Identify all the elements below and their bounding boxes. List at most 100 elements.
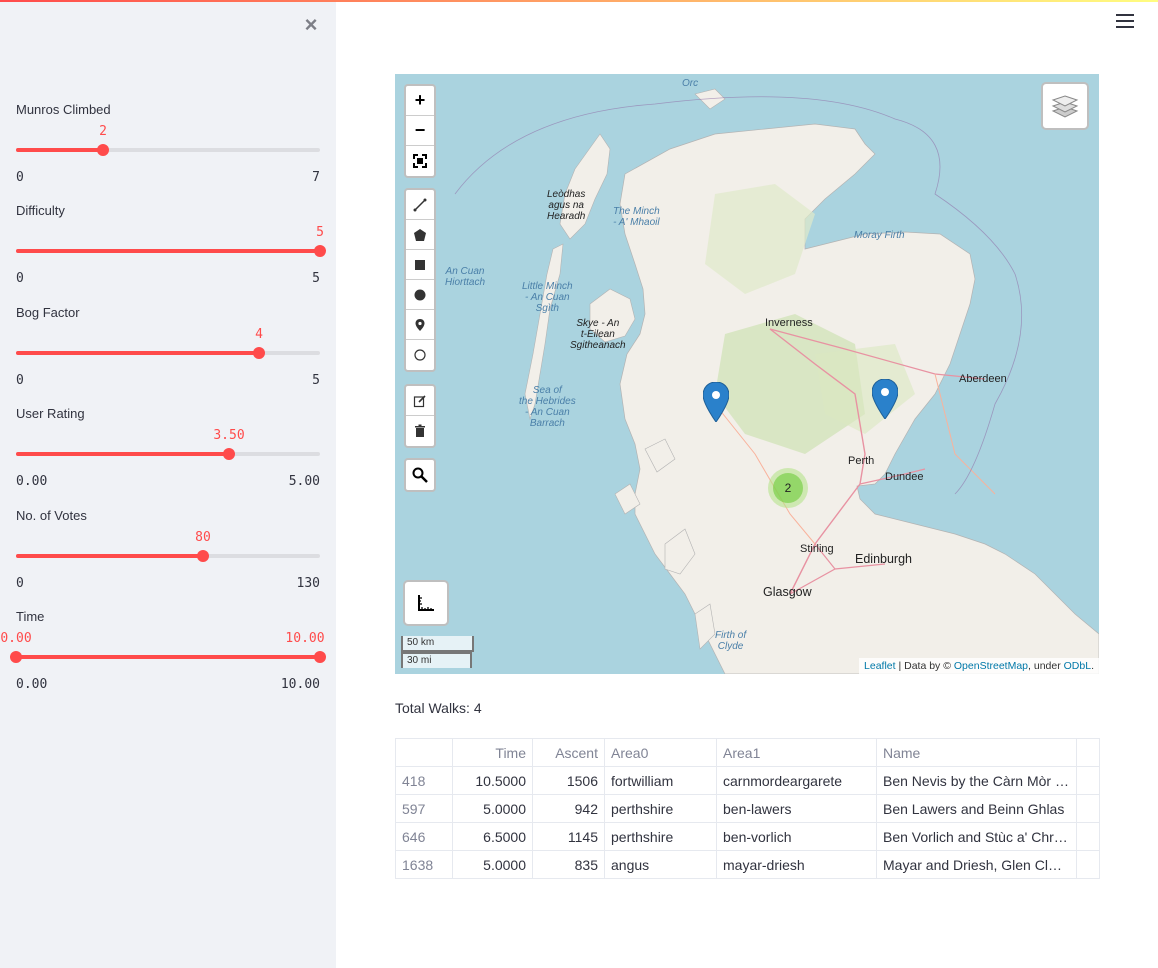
cell-time: 6.5000 (452, 822, 533, 851)
slider-fill (16, 554, 203, 558)
search-button[interactable] (406, 460, 434, 490)
table-row[interactable]: 646 6.5000 1145 perthshire ben-vorlich B… (395, 822, 1100, 851)
column-header-index[interactable] (395, 738, 453, 767)
row-index: 1638 (395, 850, 453, 879)
main-menu-icon[interactable] (1116, 14, 1134, 32)
close-sidebar-icon[interactable]: × (300, 14, 322, 36)
cell-ascent: 1506 (532, 766, 605, 795)
slider-min: 0 (16, 576, 24, 591)
column-header-time[interactable]: Time (452, 738, 533, 767)
cell-name: Ben Nevis by the Càrn Mòr Dearg Arête (876, 766, 1077, 795)
total-walks-text: Total Walks: 4 (395, 700, 482, 716)
column-header-name[interactable]: Name (876, 738, 1077, 767)
column-header-extra[interactable] (1076, 738, 1100, 767)
draw-polyline-button[interactable] (406, 190, 434, 220)
slider-min: 0 (16, 373, 24, 388)
cell-extra (1076, 794, 1100, 823)
edit-icon (413, 394, 426, 407)
marker-cluster[interactable]: 2 (768, 468, 808, 508)
scale-bar-mi: 30 mi (401, 652, 472, 668)
marker-icon (415, 318, 425, 331)
sea-label-moray-firth: Moray Firth (854, 230, 905, 241)
slider-label: User Rating (16, 406, 85, 421)
draw-circlemarker-button[interactable] (406, 340, 434, 370)
slider-thumb-low[interactable] (10, 651, 22, 663)
cell-area0: perthshire (604, 794, 717, 823)
search-icon (412, 467, 428, 483)
island-label-skye: Skye - An t-Eilean Sgitheanach (570, 318, 626, 351)
slider-max: 10.00 (280, 677, 320, 692)
slider-thumb-high[interactable] (314, 651, 326, 663)
cell-ascent: 1145 (532, 822, 605, 851)
map-marker[interactable] (702, 381, 730, 427)
layers-icon (1051, 95, 1079, 118)
cell-time: 5.0000 (452, 794, 533, 823)
draw-polygon-button[interactable] (406, 220, 434, 250)
table-row[interactable]: 597 5.0000 942 perthshire ben-lawers Ben… (395, 794, 1100, 823)
trash-icon (415, 424, 425, 437)
delete-layers-button[interactable] (406, 416, 434, 446)
cell-ascent: 942 (532, 794, 605, 823)
sea-label-cuan: An Cuan Hiorttach (445, 266, 486, 288)
cell-extra (1076, 822, 1100, 851)
draw-toolbar (404, 188, 436, 372)
osm-link[interactable]: OpenStreetMap (954, 660, 1028, 672)
column-header-ascent[interactable]: Ascent (532, 738, 605, 767)
slider-value: 3.50 (213, 428, 245, 443)
rectangle-icon (415, 259, 425, 270)
slider-label: Munros Climbed (16, 102, 111, 117)
zoom-out-button[interactable]: − (406, 116, 434, 146)
sea-label-orc: Orc (682, 78, 699, 89)
map-marker[interactable] (871, 378, 899, 424)
slider-thumb[interactable] (253, 347, 265, 359)
walks-table[interactable]: Time Ascent Area0 Area1 Name 418 10.5000… (395, 738, 1100, 879)
cell-area0: perthshire (604, 822, 717, 851)
cell-area0: fortwilliam (604, 766, 717, 795)
table-row[interactable]: 418 10.5000 1506 fortwilliam carnmordear… (395, 766, 1100, 795)
attribution-text: . (1091, 660, 1094, 672)
slider-value: 4 (255, 327, 263, 342)
cell-area1: carnmordeargarete (716, 766, 877, 795)
cell-name: Ben Vorlich and Stùc a' Chroin (876, 822, 1077, 851)
table-row[interactable]: 1638 5.0000 835 angus mayar-driesh Mayar… (395, 850, 1100, 879)
slider-label: Difficulty (16, 203, 65, 218)
search-control (404, 458, 436, 492)
sidebar: × Munros Climbed 2 0 7 Difficulty 5 0 5 … (0, 2, 336, 968)
edit-layers-button[interactable] (406, 386, 434, 416)
polyline-icon (413, 198, 427, 211)
draw-rectangle-button[interactable] (406, 250, 434, 280)
slider-value: 80 (195, 530, 211, 545)
edit-toolbar (404, 384, 436, 448)
slider-thumb[interactable] (223, 448, 235, 460)
slider-thumb[interactable] (314, 245, 326, 257)
slider-value: 2 (99, 124, 107, 139)
column-header-area0[interactable]: Area0 (604, 738, 717, 767)
town-label-edinburgh: Edinburgh (855, 552, 912, 566)
slider-label: Bog Factor (16, 305, 80, 320)
attribution-text: | Data by © (895, 660, 954, 672)
column-header-area1[interactable]: Area1 (716, 738, 877, 767)
layers-control-button[interactable] (1041, 82, 1089, 130)
draw-marker-button[interactable] (406, 310, 434, 340)
odbl-link[interactable]: ODbL (1064, 660, 1091, 672)
slider-thumb[interactable] (197, 550, 209, 562)
slider-fill (16, 351, 259, 355)
map[interactable]: Orc The Minch - A' Mhaoil Moray Firth An… (395, 74, 1099, 674)
cell-name: Mayar and Driesh, Glen Clova (876, 850, 1077, 879)
fullscreen-button[interactable] (406, 146, 434, 176)
slider-value: 5 (316, 225, 324, 240)
town-label-glasgow: Glasgow (763, 585, 812, 599)
town-label-inverness: Inverness (765, 317, 813, 329)
cell-name: Ben Lawers and Beinn Ghlas (876, 794, 1077, 823)
measure-button[interactable] (403, 580, 449, 626)
zoom-in-button[interactable]: + (406, 86, 434, 116)
leaflet-link[interactable]: Leaflet (864, 660, 896, 672)
sea-label-hebrides: Sea of the Hebrides - An Cuan Barrach (519, 385, 576, 429)
slider-max: 5 (312, 271, 320, 286)
slider-thumb[interactable] (97, 144, 109, 156)
row-index: 646 (395, 822, 453, 851)
slider-min: 0.00 (16, 474, 48, 489)
cell-name-text: Ben Lawers and Beinn Ghlas (883, 800, 1065, 817)
table-header-row: Time Ascent Area0 Area1 Name (395, 738, 1100, 767)
draw-circle-button[interactable] (406, 280, 434, 310)
